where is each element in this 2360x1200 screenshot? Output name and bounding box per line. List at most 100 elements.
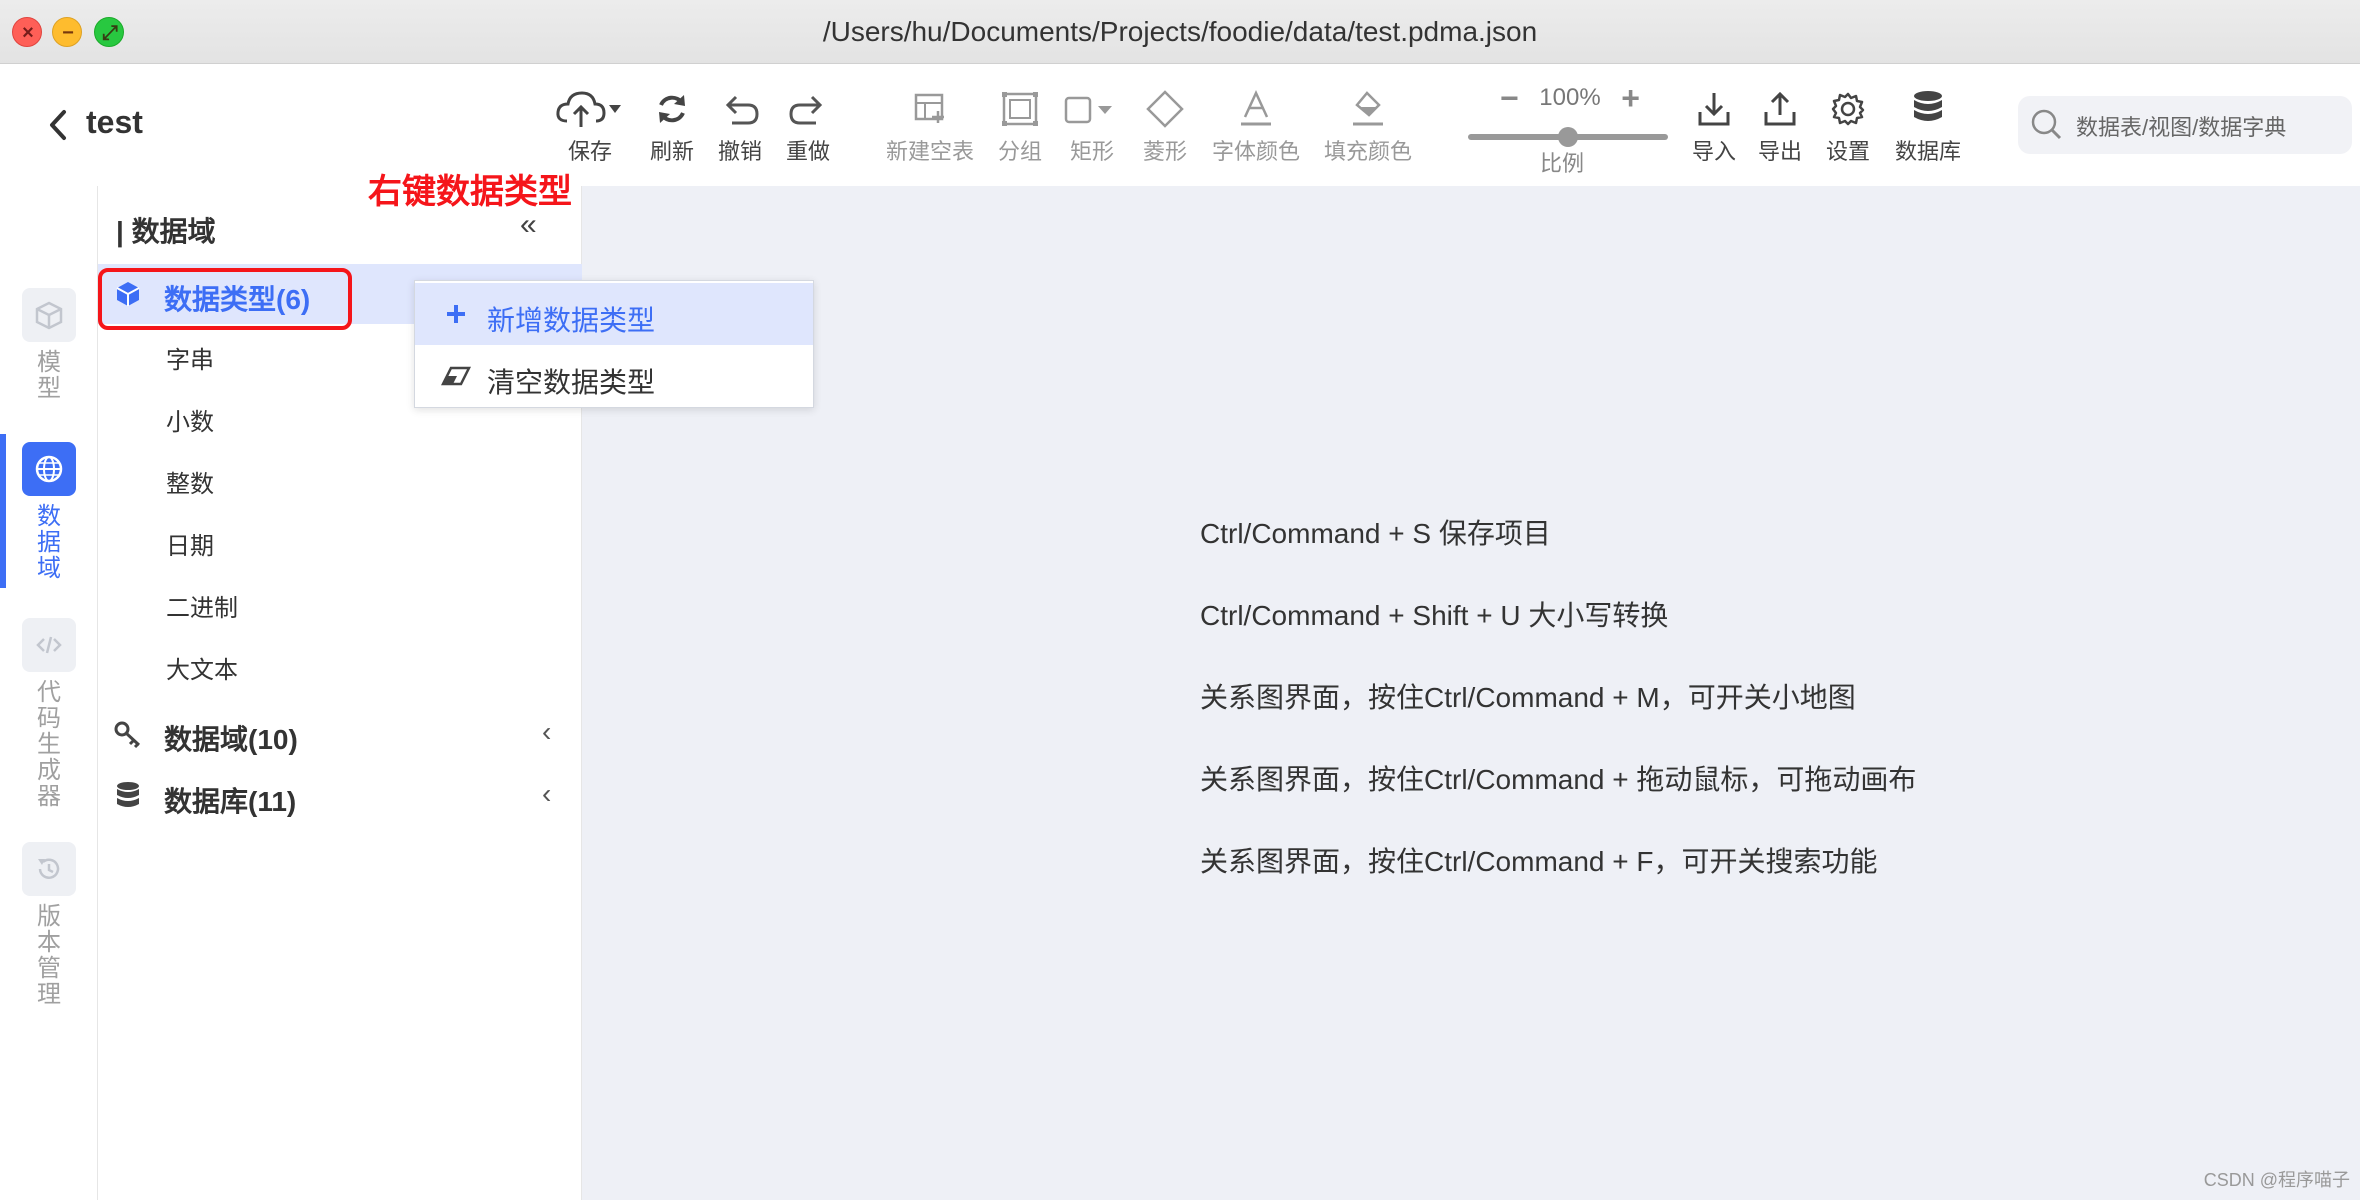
diamond-icon [1146,90,1184,128]
type-item-binary[interactable]: 二进制 [166,588,238,623]
rail-codegen-icon-box [22,618,76,672]
rect-label: 矩形 [1069,139,1114,164]
tree-group-database[interactable]: 数据库(11) ‹ [98,766,582,826]
refresh-label: 刷新 [649,139,694,164]
menu-item-clear-datatype[interactable]: 清空数据类型 [415,345,813,407]
project-name: test [86,104,143,140]
import-button[interactable]: 导入 [1686,84,1742,174]
database-icon [112,780,144,812]
plus-icon [441,299,471,329]
collapse-panel-button[interactable]: « [520,208,537,242]
type-item-integer[interactable]: 整数 [166,464,214,499]
diamond-label: 菱形 [1142,139,1187,164]
export-label: 导出 [1757,139,1802,164]
rail-item-codegen[interactable]: 代码生成器 [0,618,98,810]
search-icon [2031,109,2062,140]
fill-color-button[interactable]: 填充颜色 [1320,84,1416,174]
zoom-slider[interactable] [1468,127,1668,147]
rail-domain-label: 数据域 [37,503,61,582]
tree-group-label: 数据库(11) [164,786,297,817]
globe-icon [35,455,63,483]
rail-codegen-label: 代码生成器 [37,679,61,810]
zoom-slider-thumb[interactable] [1558,127,1578,147]
annotation-text: 右键数据类型 [368,173,572,211]
font-color-label: 字体颜色 [1211,139,1300,164]
group-button[interactable]: 分组 [990,84,1050,174]
type-item-decimal[interactable]: 小数 [166,402,214,437]
export-button[interactable]: 导出 [1752,84,1808,174]
menu-item-label: 清空数据类型 [487,367,656,398]
zoom-out-button[interactable]: − [1500,80,1519,117]
key-icon [112,718,144,750]
watermark: CSDN @程序喵子 [2203,1170,2350,1190]
title-bar: × − ⤢ /Users/hu/Documents/Projects/foodi… [0,0,2360,64]
type-item-longtext[interactable]: 大文本 [166,650,238,685]
save-button[interactable]: 保存 [552,84,628,174]
import-label: 导入 [1691,139,1736,164]
settings-button[interactable]: 设置 [1820,84,1876,174]
shortcut-hint: 关系图界面，按住Ctrl/Command + F，可开关搜索功能 [1200,846,1878,877]
chevron-left-icon[interactable]: ‹ [542,716,551,748]
search-placeholder: 数据表/视图/数据字典 [2076,115,2287,140]
left-rail: 模型 数据域 代码生成器 版本管理 [0,186,98,1200]
new-table-button[interactable]: 新建空表 [884,84,976,174]
annotation-highlight-box [98,268,352,330]
import-icon [1698,93,1730,126]
undo-label: 撤销 [717,139,762,164]
zoom-label: 比例 [1540,151,1585,176]
zoom-in-button[interactable]: + [1621,80,1640,117]
search-input[interactable]: 数据表/视图/数据字典 [2018,96,2352,154]
rect-button[interactable]: 矩形 [1060,84,1124,174]
undo-button[interactable]: 撤销 [712,84,768,174]
cloud-upload-icon [556,91,621,127]
shortcut-hint: Ctrl/Command + Shift + U 大小写转换 [1200,600,1669,631]
shortcut-hint: 关系图界面，按住Ctrl/Command + 拖动鼠标，可拖动画布 [1200,764,1917,795]
new-table-icon [914,93,944,123]
chevron-left-icon[interactable]: ‹ [542,778,551,810]
redo-button[interactable]: 重做 [780,84,836,174]
rail-item-version[interactable]: 版本管理 [0,842,98,1008]
cube-icon [35,301,63,330]
rail-item-model[interactable]: 模型 [0,288,98,402]
eraser-icon [441,361,471,391]
redo-icon [789,95,823,125]
zoom-value: 100% [1539,84,1601,111]
database-icon [1914,91,1942,121]
rail-item-domain[interactable]: 数据域 [0,442,98,582]
diamond-button[interactable]: 菱形 [1134,84,1196,174]
gear-icon [1831,92,1865,126]
rail-model-label: 模型 [37,349,61,402]
diagram-canvas[interactable]: Ctrl/Command + S 保存项目 Ctrl/Command + Shi… [582,186,2360,1200]
refresh-button[interactable]: 刷新 [644,84,700,174]
shortcut-hint: 关系图界面，按住Ctrl/Command + M，可开关小地图 [1200,682,1856,713]
back-button[interactable] [44,100,74,150]
fill-bucket-icon [1353,91,1383,126]
font-color-button[interactable]: 字体颜色 [1210,84,1302,174]
settings-label: 设置 [1825,139,1870,164]
database-button[interactable]: 数据库 [1890,84,1966,174]
context-menu: 新增数据类型 清空数据类型 [414,280,814,408]
type-item-string[interactable]: 字串 [166,340,214,375]
rectangle-icon [1064,96,1112,124]
tree-group-label: 数据域(10) [164,724,298,755]
font-color-icon [1241,89,1271,126]
group-icon [1002,92,1038,126]
menu-item-label: 新增数据类型 [487,305,656,336]
history-icon [38,858,60,879]
code-icon [36,636,62,654]
chevron-left-icon [50,110,66,140]
panel-title: | 数据域 [116,216,216,247]
fill-color-label: 填充颜色 [1323,139,1412,164]
zoom-control: − 100% + [1500,80,1640,116]
window-title: /Users/hu/Documents/Projects/foodie/data… [822,16,1538,47]
save-label: 保存 [567,139,612,164]
toolbar: test 保存 刷新 撤销 重做 新建空表 分组 矩形 菱形 字体颜色 填充颜色… [0,64,2360,186]
group-label: 分组 [997,139,1042,164]
redo-label: 重做 [785,139,830,164]
export-icon [1764,91,1796,126]
menu-item-add-datatype[interactable]: 新增数据类型 [415,283,813,345]
database-label: 数据库 [1894,139,1961,164]
type-item-date[interactable]: 日期 [166,526,214,561]
rail-domain-icon-box [22,442,76,496]
tree-group-domain[interactable]: 数据域(10) ‹ [98,704,582,764]
